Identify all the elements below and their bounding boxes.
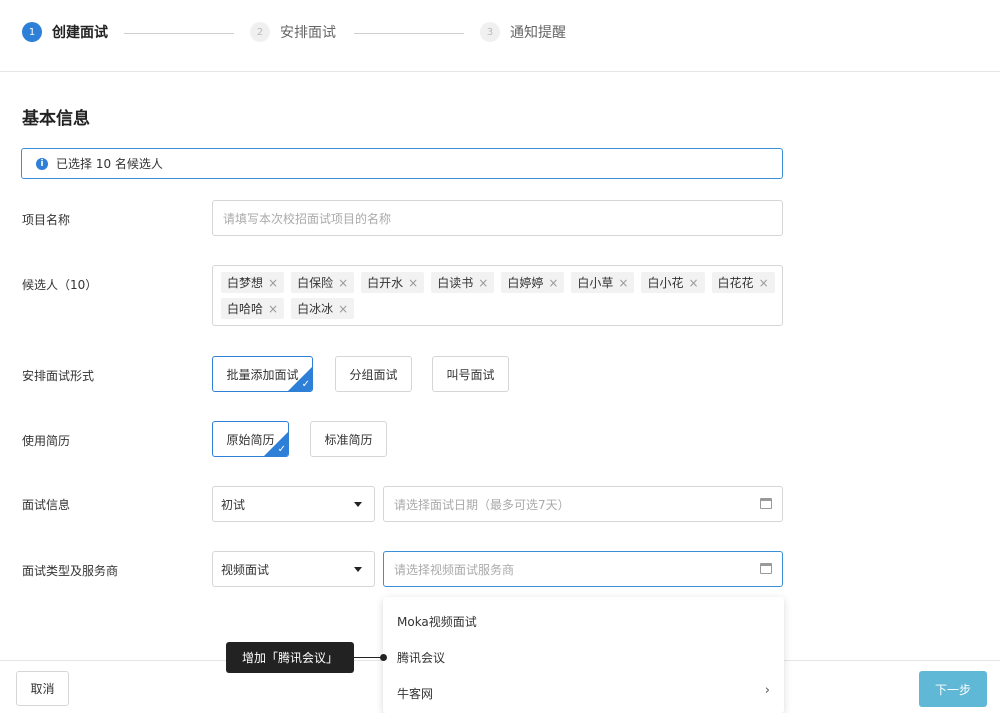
candidate-tag: 白哈哈 ×: [221, 298, 285, 319]
interview-type-select[interactable]: 视频面试: [212, 551, 375, 587]
candidate-tag-label: 白保险: [297, 276, 334, 290]
standard-resume-option[interactable]: 标准简历: [310, 421, 387, 457]
dropdown-option-moka[interactable]: Moka视频面试: [397, 613, 477, 630]
remove-tag-icon[interactable]: ×: [338, 276, 348, 290]
candidate-tag: 白婷婷 ×: [501, 272, 565, 293]
selected-candidates-notice: i 已选择 10 名候选人: [21, 148, 783, 179]
interview-info-label: 面试信息: [22, 498, 71, 512]
step-label: 创建面试: [52, 25, 108, 41]
candidate-tag-label: 白读书: [437, 276, 474, 290]
step-notification[interactable]: 3 通知提醒: [480, 22, 566, 42]
step-number: 2: [250, 22, 270, 42]
remove-tag-icon[interactable]: ×: [759, 276, 769, 290]
date-placeholder: 请选择面试日期（最多可选7天）: [394, 497, 570, 512]
candidate-tag: 白小草 ×: [571, 272, 635, 293]
resume-label: 使用简历: [22, 434, 71, 448]
caret-down-icon: [354, 502, 362, 507]
interview-format-label: 安排面试形式: [22, 369, 95, 383]
project-name-input[interactable]: 请填写本次校招面试项目的名称: [212, 200, 783, 236]
candidate-tag-label: 白婷婷: [507, 276, 544, 290]
dropdown-option-nowcoder[interactable]: 牛客网: [397, 685, 433, 702]
calendar-icon: [760, 498, 772, 509]
calendar-icon: [760, 563, 772, 574]
interview-type-label: 面试类型及服务商: [22, 564, 119, 578]
candidate-tag-label: 白小花: [647, 276, 684, 290]
step-number: 3: [480, 22, 500, 42]
interview-round-select[interactable]: 初试: [212, 486, 375, 522]
provider-dropdown: Moka视频面试 腾讯会议 牛客网 ›: [383, 597, 784, 713]
candidate-tag-label: 白花花: [717, 276, 754, 290]
candidate-tag-label: 白开水: [367, 276, 404, 290]
remove-tag-icon[interactable]: ×: [268, 302, 278, 316]
step-number: 1: [22, 22, 42, 42]
caret-down-icon: [354, 567, 362, 572]
step-connector: [124, 33, 234, 34]
dropdown-option-tencent-meeting[interactable]: 腾讯会议: [397, 649, 445, 666]
candidate-tag: 白梦想 ×: [221, 272, 285, 293]
remove-tag-icon[interactable]: ×: [478, 276, 488, 290]
interview-date-input[interactable]: 请选择面试日期（最多可选7天）: [383, 486, 783, 522]
candidate-tag: 白小花 ×: [641, 272, 705, 293]
step-schedule-interview[interactable]: 2 安排面试: [250, 22, 336, 42]
info-icon: i: [36, 157, 48, 170]
step-connector: [354, 33, 464, 34]
original-resume-option[interactable]: 原始简历 ✓: [212, 421, 289, 457]
check-icon: ✓: [301, 379, 310, 390]
step-label: 通知提醒: [510, 25, 566, 41]
cancel-button[interactable]: 取消: [16, 671, 69, 706]
candidate-tag: 白开水 ×: [361, 272, 425, 293]
selected-round: 初试: [221, 497, 246, 512]
project-name-placeholder: 请填写本次校招面试项目的名称: [223, 211, 392, 226]
remove-tag-icon[interactable]: ×: [548, 276, 558, 290]
provider-select-input[interactable]: 请选择视频面试服务商: [383, 551, 783, 587]
candidate-tag-label: 白梦想: [227, 276, 264, 290]
step-create-interview[interactable]: 1 创建面试: [22, 22, 108, 42]
remove-tag-icon[interactable]: ×: [268, 276, 278, 290]
option-label: 叫号面试: [446, 367, 495, 382]
candidate-tag: 白读书 ×: [431, 272, 495, 293]
project-name-label: 项目名称: [22, 213, 71, 227]
section-title: 基本信息: [22, 109, 90, 129]
step-label: 安排面试: [280, 25, 336, 41]
batch-add-interview-option[interactable]: 批量添加面试 ✓: [212, 356, 313, 392]
tooltip-pointer-dot: [380, 654, 387, 661]
option-label: 标准简历: [324, 432, 373, 447]
candidate-tag: 白花花 ×: [711, 272, 775, 293]
tooltip-pointer-line: [354, 657, 382, 658]
stepper: 1 创建面试 2 安排面试 3 通知提醒: [0, 0, 1000, 72]
group-interview-option[interactable]: 分组面试: [335, 356, 412, 392]
candidate-tag: 白保险 ×: [291, 272, 355, 293]
candidate-tag: 白冰冰 ×: [291, 298, 355, 319]
selected-type: 视频面试: [221, 562, 270, 577]
candidates-tag-input[interactable]: 白梦想 × 白保险 × 白开水 × 白读书 × 白婷婷 × 白小草 × 白小花 × 白花花 × 白哈哈 × 白冰冰 ×: [212, 265, 783, 326]
remove-tag-icon[interactable]: ×: [408, 276, 418, 290]
candidate-tag-label: 白哈哈: [227, 302, 264, 316]
notice-text: 已选择 10 名候选人: [56, 157, 163, 171]
remove-tag-icon[interactable]: ×: [688, 276, 698, 290]
provider-placeholder: 请选择视频面试服务商: [394, 562, 515, 577]
candidates-label: 候选人（10）: [22, 278, 98, 292]
next-step-button[interactable]: 下一步: [919, 671, 987, 707]
candidate-tag-label: 白冰冰: [297, 302, 334, 316]
remove-tag-icon[interactable]: ×: [338, 302, 348, 316]
chevron-right-icon: ›: [764, 683, 770, 698]
call-number-interview-option[interactable]: 叫号面试: [432, 356, 509, 392]
check-icon: ✓: [277, 444, 286, 455]
candidate-tag-label: 白小草: [577, 276, 614, 290]
add-tencent-meeting-tooltip: 增加「腾讯会议」: [226, 642, 354, 673]
option-label: 分组面试: [349, 367, 398, 382]
remove-tag-icon[interactable]: ×: [618, 276, 628, 290]
